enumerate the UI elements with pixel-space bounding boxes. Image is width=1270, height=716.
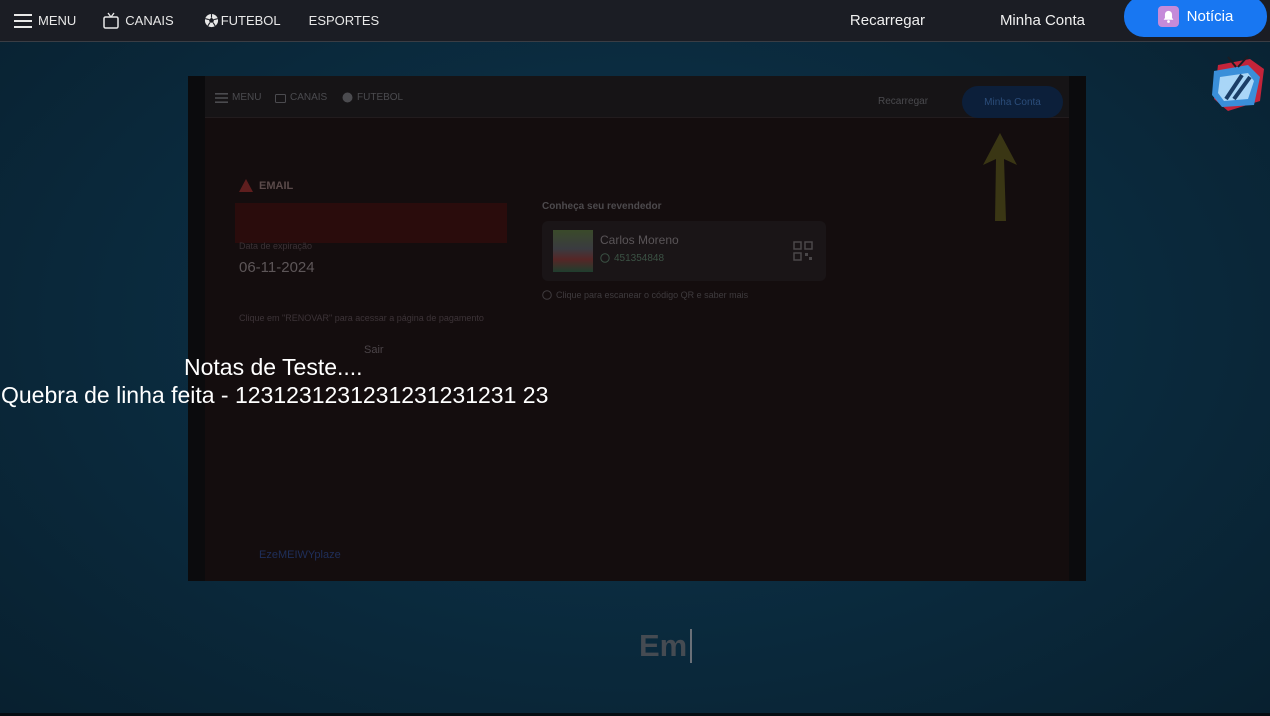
embedded-soccer-ball-icon	[342, 92, 353, 103]
arrow-up-icon	[983, 133, 1017, 221]
embedded-scan-hint: Clique para escanear o código QR e saber…	[542, 290, 748, 300]
futebol-label: FUTEBOL	[220, 13, 281, 28]
menu-button[interactable]: MENU	[14, 0, 76, 41]
embedded-footer-text: EzeMEIWYplaze	[259, 549, 341, 561]
embedded-futebol: FUTEBOL	[342, 92, 403, 103]
esportes-tab[interactable]: ESPORTES	[309, 0, 380, 41]
typing-text: Em	[639, 628, 688, 663]
tv-icon	[103, 12, 120, 29]
embedded-screenshot-content: MENU CANAIS FUTEBOL Recarregar Minha Con…	[205, 76, 1069, 581]
embedded-email-heading: EMAIL	[239, 179, 293, 192]
reseller-name: Carlos Moreno	[600, 233, 679, 247]
embedded-minha-conta-label: Minha Conta	[984, 96, 1041, 108]
reseller-phone-row: 451354848	[600, 253, 664, 264]
embedded-expiration-label: Data de expiração	[239, 241, 313, 251]
notes-line: Quebra de linha feita - 1231231231231231…	[1, 382, 549, 408]
embedded-navbar: MENU CANAIS FUTEBOL Recarregar Minha Con…	[205, 76, 1069, 118]
recarregar-link[interactable]: Recarregar	[850, 12, 925, 29]
typing-text-area[interactable]: Em	[639, 628, 693, 664]
esportes-label: ESPORTES	[308, 13, 380, 28]
nav-left: MENU CANAIS FUTEBOL ESPORTES	[0, 0, 379, 41]
embedded-screenshot: MENU CANAIS FUTEBOL Recarregar Minha Con…	[188, 76, 1086, 581]
info-icon	[542, 290, 552, 300]
embedded-recarregar: Recarregar	[878, 96, 929, 107]
tv-logo-icon	[1212, 55, 1264, 111]
qr-code-icon	[793, 241, 813, 261]
embedded-minha-conta-button: Minha Conta	[962, 86, 1063, 118]
embedded-reseller-heading: Conheça seu revendedor	[542, 201, 662, 212]
nav-right: Recarregar Minha Conta Notícia	[850, 0, 1270, 41]
futebol-tab[interactable]: FUTEBOL	[204, 0, 281, 41]
embedded-reseller-card: Carlos Moreno 451354848	[542, 221, 826, 281]
canais-tab[interactable]: CANAIS	[103, 0, 174, 41]
reseller-thumbnail	[553, 230, 593, 272]
noticia-button[interactable]: Notícia	[1124, 0, 1267, 37]
minha-conta-link[interactable]: Minha Conta	[1000, 12, 1085, 29]
warning-icon	[239, 179, 253, 192]
embedded-menu-label: MENU	[232, 92, 262, 103]
embedded-email-label: EMAIL	[259, 179, 294, 192]
embedded-scan-hint-text: Clique para escanear o código QR e saber…	[556, 290, 749, 300]
embedded-hamburger-icon	[215, 92, 228, 103]
text-caret	[690, 629, 693, 663]
soccer-ball-icon	[204, 13, 218, 28]
bell-icon	[1157, 6, 1179, 27]
embedded-canais-label: CANAIS	[290, 92, 328, 103]
embedded-renovar-hint: Clique em "RENOVAR" para acessar a págin…	[239, 313, 484, 323]
notes-title: Notas de Teste....	[184, 354, 363, 380]
canais-label: CANAIS	[125, 13, 174, 28]
top-navigation-bar: MENU CANAIS FUTEBOL ESPORTES Recarregar …	[0, 0, 1270, 42]
embedded-menu: MENU	[215, 92, 261, 103]
embedded-tv-icon	[275, 94, 286, 103]
embedded-email-box	[235, 203, 507, 243]
embedded-sair-link: Sair	[364, 344, 384, 356]
embedded-expiration-date: 06-11-2024	[239, 259, 315, 276]
noticia-label: Notícia	[1186, 8, 1234, 25]
reseller-phone: 451354848	[614, 253, 665, 264]
hamburger-icon	[14, 13, 32, 28]
embedded-futebol-label: FUTEBOL	[357, 92, 404, 103]
embedded-canais: CANAIS	[275, 92, 327, 103]
whatsapp-icon	[600, 253, 610, 263]
menu-label: MENU	[38, 13, 77, 28]
